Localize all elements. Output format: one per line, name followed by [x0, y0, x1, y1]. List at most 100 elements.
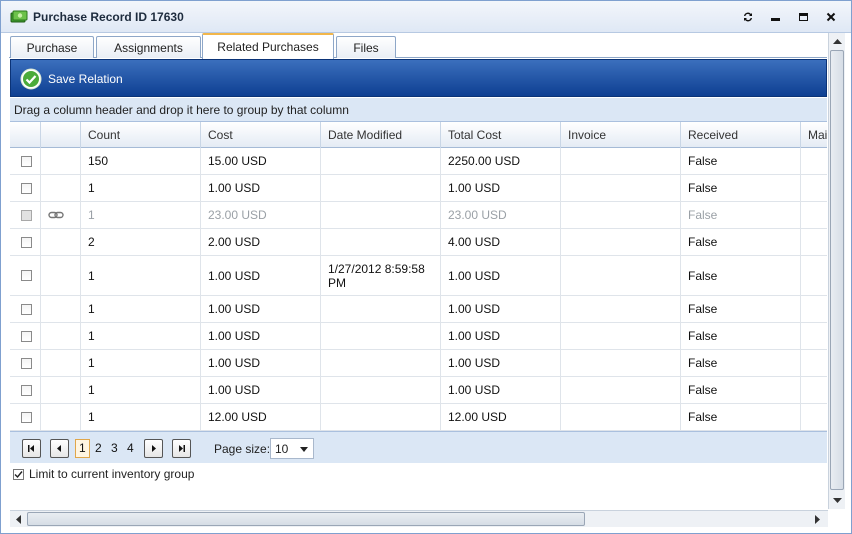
limit-inventory-checkbox[interactable] [13, 468, 24, 480]
column-header-count[interactable]: Count [81, 122, 201, 148]
last-page-icon [179, 445, 185, 452]
group-by-panel[interactable]: Drag a column header and drop it here to… [10, 98, 827, 122]
column-header-more[interactable]: Mai [801, 122, 827, 148]
row-select-checkbox[interactable] [21, 182, 32, 194]
cell-count: 1 [81, 175, 201, 201]
scroll-left-button[interactable] [10, 511, 26, 527]
close-button[interactable] [820, 7, 842, 27]
table-row[interactable]: 1 1.00 USD 1.00 USD False [10, 175, 827, 202]
row-select-checkbox[interactable] [21, 330, 32, 342]
cell-more [801, 350, 827, 376]
row-select-checkbox[interactable] [21, 384, 32, 396]
tab-assignments[interactable]: Assignments [96, 36, 201, 58]
page-link-1[interactable]: 1 [75, 439, 90, 458]
cell-total-cost: 1.00 USD [441, 175, 561, 201]
cell-select[interactable] [10, 148, 41, 174]
cell-date-modified [321, 404, 441, 430]
cell-date-modified [321, 202, 441, 228]
cell-date-modified [321, 377, 441, 403]
row-select-checkbox[interactable] [21, 155, 32, 167]
cell-cost: 1.00 USD [201, 256, 321, 295]
cell-more [801, 148, 827, 174]
row-select-checkbox[interactable] [21, 303, 32, 315]
table-row[interactable]: 1 1.00 USD 1.00 USD False [10, 377, 827, 404]
scroll-down-button[interactable] [829, 493, 845, 509]
row-select-checkbox[interactable] [21, 236, 32, 248]
tab-purchase[interactable]: Purchase [10, 36, 94, 58]
cell-cost: 1.00 USD [201, 296, 321, 322]
scroll-up-button[interactable] [829, 33, 845, 49]
cell-cost: 1.00 USD [201, 323, 321, 349]
table-row[interactable]: 1 1.00 USD 1.00 USD False [10, 350, 827, 377]
cell-select[interactable] [10, 350, 41, 376]
cell-select[interactable] [10, 229, 41, 255]
vertical-scroll-thumb[interactable] [830, 50, 844, 490]
column-header-invoice[interactable]: Invoice [561, 122, 681, 148]
cell-select[interactable] [10, 256, 41, 295]
scroll-right-button[interactable] [810, 511, 826, 527]
title-bar[interactable]: Purchase Record ID 17630 [1, 1, 851, 33]
cell-more [801, 229, 827, 255]
cell-date-modified: 1/27/2012 8:59:58 PM [321, 256, 441, 295]
column-header-link[interactable] [41, 122, 81, 148]
close-icon [826, 12, 836, 22]
horizontal-scroll-thumb[interactable] [27, 512, 585, 526]
column-header-cost[interactable]: Cost [201, 122, 321, 148]
last-page-button[interactable] [172, 439, 191, 458]
page-link-2[interactable]: 2 [95, 441, 102, 455]
page-link-4[interactable]: 4 [127, 441, 134, 455]
minimize-button[interactable] [764, 7, 786, 27]
save-relation-button[interactable]: Save Relation [11, 60, 141, 96]
cell-total-cost: 12.00 USD [441, 404, 561, 430]
cell-total-cost: 1.00 USD [441, 256, 561, 295]
maximize-button[interactable] [792, 7, 814, 27]
cell-received: False [681, 377, 801, 403]
cell-select[interactable] [10, 202, 41, 228]
table-row[interactable]: 150 15.00 USD 2250.00 USD False [10, 148, 827, 175]
cell-received: False [681, 296, 801, 322]
pager: 1 2 3 4 Page size: 10 [10, 431, 827, 463]
column-header-total-cost[interactable]: Total Cost [441, 122, 561, 148]
vertical-scrollbar[interactable] [828, 33, 845, 509]
cell-count: 150 [81, 148, 201, 174]
previous-page-button[interactable] [50, 439, 69, 458]
row-select-checkbox[interactable] [21, 270, 32, 281]
cell-link [41, 256, 81, 295]
cell-cost: 1.00 USD [201, 377, 321, 403]
limit-inventory-group[interactable]: Limit to current inventory group [13, 467, 194, 481]
cell-cost: 12.00 USD [201, 404, 321, 430]
tab-related-purchases[interactable]: Related Purchases [202, 33, 334, 59]
table-row[interactable]: 1 12.00 USD 12.00 USD False [10, 404, 827, 431]
cell-select[interactable] [10, 404, 41, 430]
row-select-checkbox[interactable] [21, 357, 32, 369]
cell-select[interactable] [10, 175, 41, 201]
column-header-date-modified[interactable]: Date Modified [321, 122, 441, 148]
save-relation-label: Save Relation [48, 72, 123, 86]
cell-date-modified [321, 323, 441, 349]
cell-select[interactable] [10, 323, 41, 349]
column-header-select[interactable] [10, 122, 41, 148]
cell-date-modified [321, 296, 441, 322]
tab-files[interactable]: Files [336, 36, 396, 58]
table-row[interactable]: 2 2.00 USD 4.00 USD False [10, 229, 827, 256]
horizontal-scrollbar[interactable] [10, 510, 828, 527]
cell-received: False [681, 175, 801, 201]
table-row[interactable]: 1 1.00 USD 1/27/2012 8:59:58 PM 1.00 USD Fal… [10, 256, 827, 296]
cell-link [41, 175, 81, 201]
first-page-button[interactable] [22, 439, 41, 458]
table-row[interactable]: 1 23.00 USD 23.00 USD False [10, 202, 827, 229]
refresh-button[interactable] [737, 7, 759, 27]
cell-count: 1 [81, 404, 201, 430]
cell-select[interactable] [10, 377, 41, 403]
page-size-select[interactable]: 10 [270, 438, 314, 459]
cell-total-cost: 2250.00 USD [441, 148, 561, 174]
row-select-checkbox[interactable] [21, 411, 32, 423]
page-link-3[interactable]: 3 [111, 441, 118, 455]
cell-link [41, 350, 81, 376]
column-header-received[interactable]: Received [681, 122, 801, 148]
next-page-button[interactable] [144, 439, 163, 458]
table-row[interactable]: 1 1.00 USD 1.00 USD False [10, 296, 827, 323]
table-row[interactable]: 1 1.00 USD 1.00 USD False [10, 323, 827, 350]
row-select-checkbox[interactable] [21, 209, 32, 221]
cell-select[interactable] [10, 296, 41, 322]
